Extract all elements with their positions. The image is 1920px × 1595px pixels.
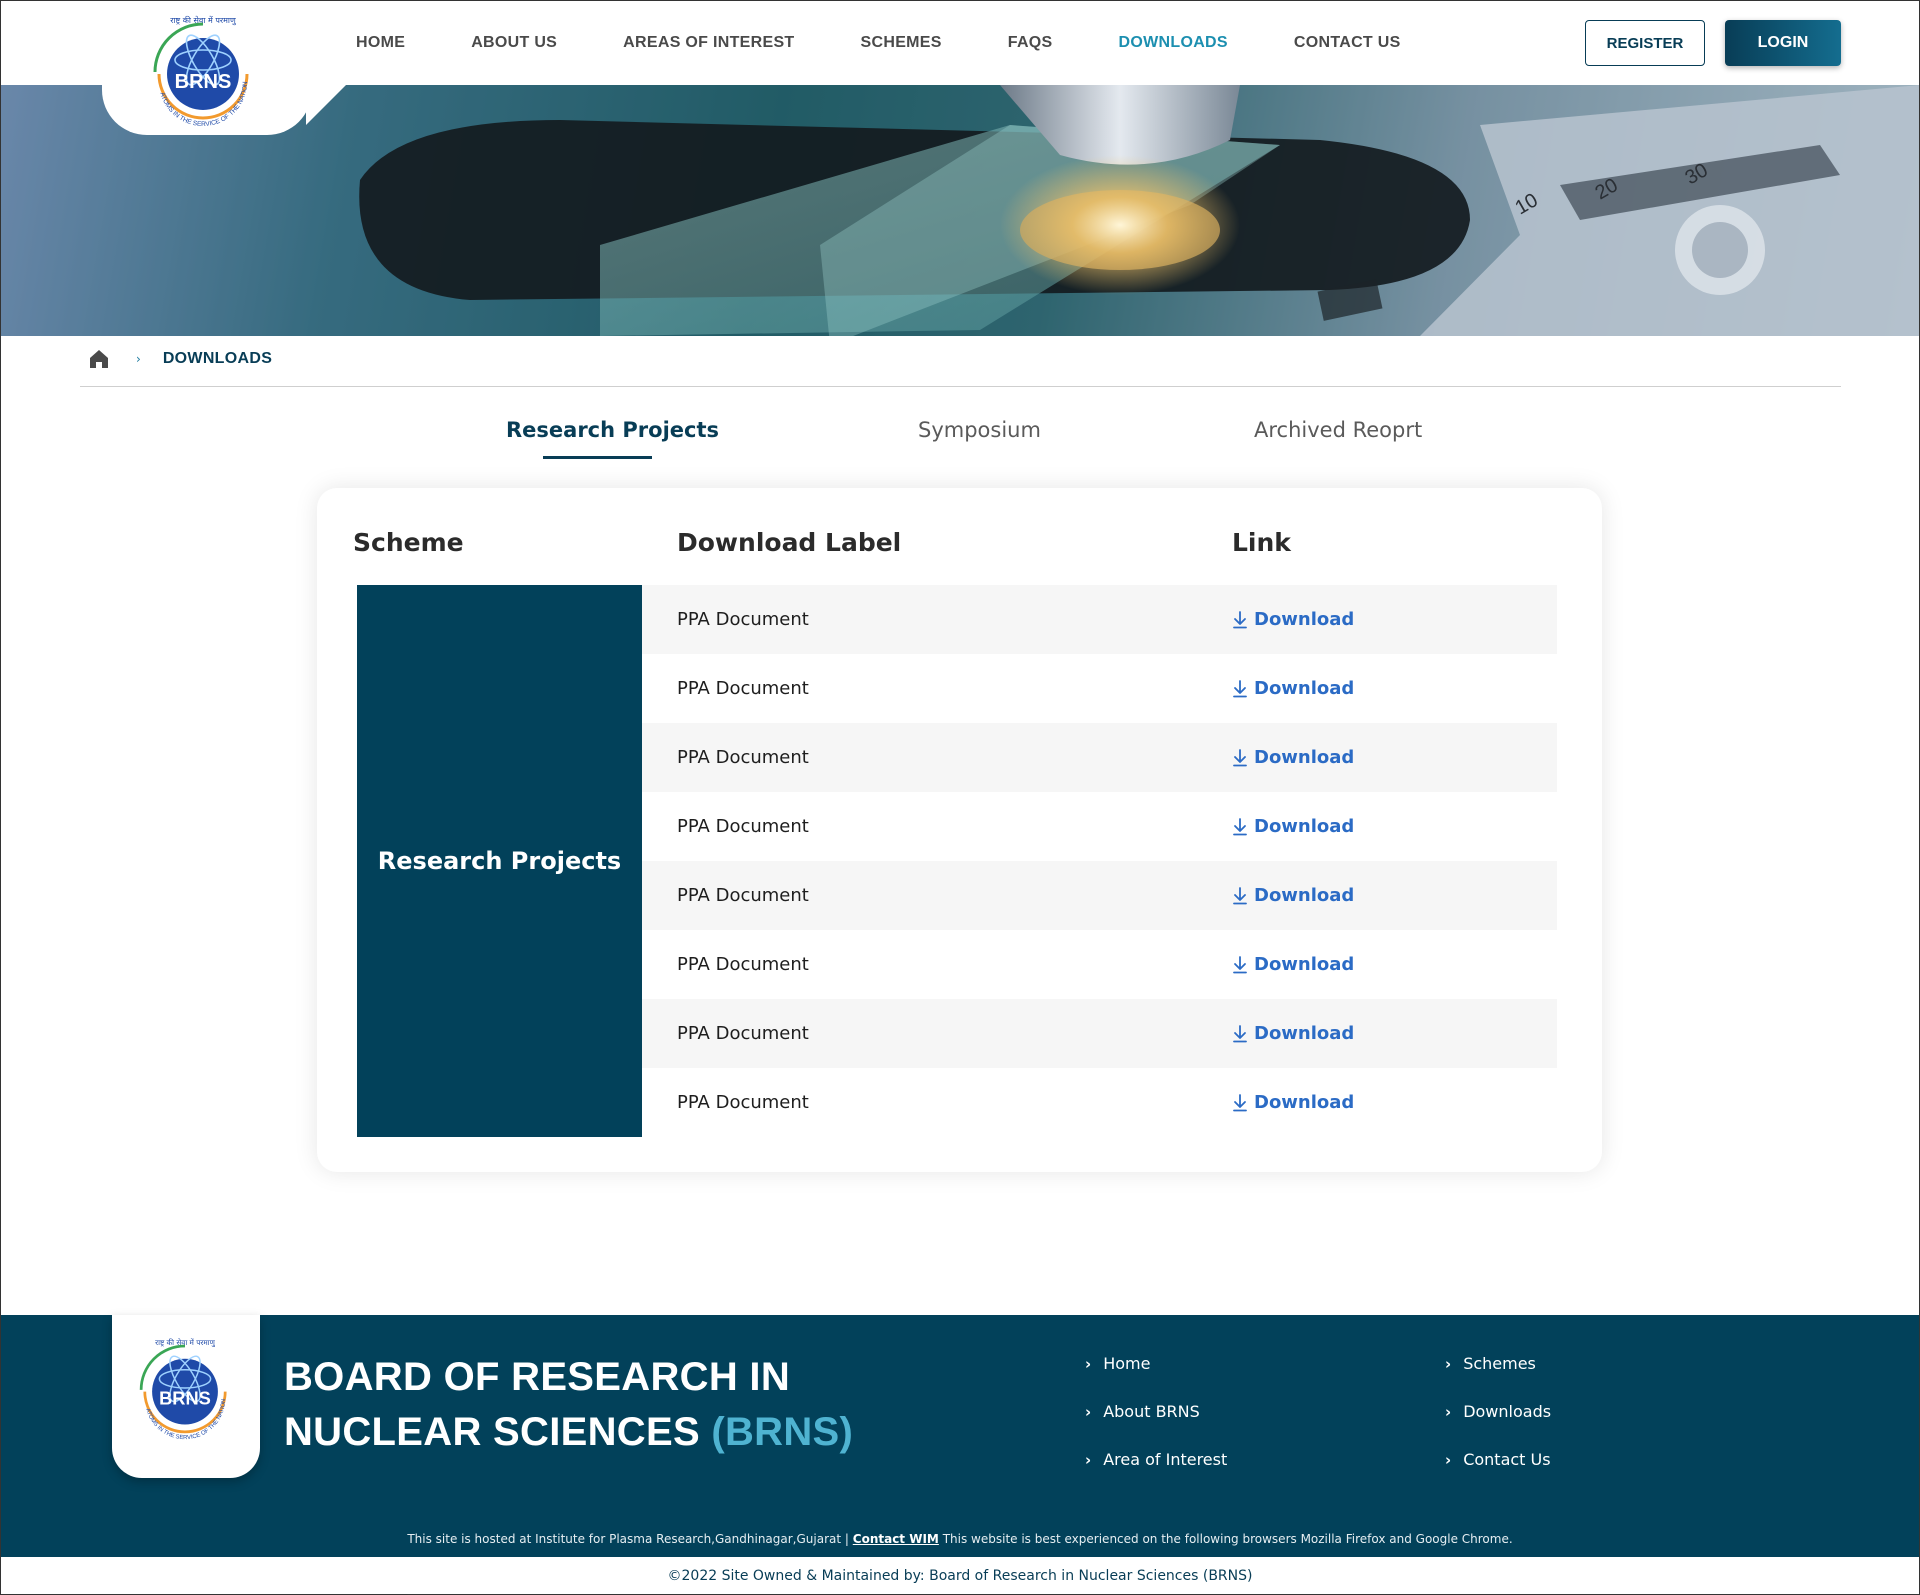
download-icon [1233, 886, 1247, 904]
download-link[interactable]: Download [1232, 747, 1354, 768]
footer-link-downloads[interactable]: › Downloads [1445, 1402, 1551, 1421]
footer-title: BOARD OF RESEARCH IN NUCLEAR SCIENCES (B… [284, 1350, 853, 1460]
download-label: PPA Document [677, 1092, 809, 1113]
login-button[interactable]: LOGIN [1725, 20, 1841, 66]
download-link[interactable]: Download [1232, 678, 1354, 699]
breadcrumb-separator: › [136, 352, 141, 366]
brns-logo[interactable]: BRNS राष्ट्र की सेवा में परमाणु ATOMS IN… [145, 12, 261, 128]
nav-home[interactable]: HOME [356, 34, 405, 52]
logo-hindi-text: राष्ट्र की सेवा में परमाणु [170, 15, 237, 26]
table-row: PPA Document Download [642, 585, 1557, 654]
download-link-label: Download [1254, 1092, 1355, 1113]
table-row: PPA Document Download [642, 930, 1557, 999]
table-row: PPA Document Download [642, 654, 1557, 723]
footer-link-schemes[interactable]: › Schemes [1445, 1354, 1536, 1373]
scheme-cell: Research Projects [357, 585, 642, 1137]
nav-contact-us[interactable]: CONTACT US [1294, 34, 1401, 52]
footer-link-about[interactable]: › About BRNS [1085, 1402, 1200, 1421]
footer-title-line1: BOARD OF RESEARCH IN [284, 1355, 791, 1399]
download-link-label: Download [1254, 1023, 1355, 1044]
copyright-bar: ©2022 Site Owned & Maintained by: Board … [0, 1557, 1920, 1595]
table-row: PPA Document Download [642, 1068, 1557, 1137]
footer-hosting-note: This site is hosted at Institute for Pla… [0, 1532, 1920, 1546]
footer-link-label: About BRNS [1103, 1402, 1200, 1421]
footer-brns-logo[interactable]: BRNS राष्ट्र की सेवा में परमाणु ATOMS IN… [132, 1335, 238, 1441]
footer-link-label: Schemes [1463, 1354, 1536, 1373]
download-icon [1233, 1024, 1247, 1042]
footer-logo-hindi-text: राष्ट्र की सेवा में परमाणु [155, 1338, 216, 1347]
download-label: PPA Document [677, 747, 809, 768]
download-link[interactable]: Download [1232, 1092, 1354, 1113]
download-label: PPA Document [677, 885, 809, 906]
breadcrumb-divider [80, 386, 1841, 387]
active-tab-indicator [543, 456, 652, 459]
footer-link-area-of-interest[interactable]: › Area of Interest [1085, 1450, 1227, 1469]
chevron-right-icon: › [1445, 1402, 1452, 1421]
download-link-label: Download [1254, 609, 1355, 630]
download-label: PPA Document [677, 816, 809, 837]
scheme-name: Research Projects [377, 847, 622, 875]
download-label: PPA Document [677, 609, 809, 630]
footer-title-abbr: (BRNS) [711, 1410, 854, 1454]
footer-link-label: Contact Us [1463, 1450, 1551, 1469]
footer-link-label: Downloads [1463, 1402, 1552, 1421]
downloads-table-body: PPA Document Download PPA Document Download… [642, 585, 1557, 1137]
footer-note-suffix: This website is best experienced on the … [942, 1532, 1513, 1546]
footer-note-prefix: This site is hosted at Institute for Pla… [407, 1532, 849, 1546]
table-row: PPA Document Download [642, 792, 1557, 861]
main-nav: HOME ABOUT US AREAS OF INTEREST SCHEMES … [356, 0, 1467, 85]
breadcrumb: › DOWNLOADS [88, 345, 272, 373]
chevron-right-icon: › [1445, 1450, 1452, 1469]
download-icon [1233, 1093, 1247, 1111]
table-row: PPA Document Download [642, 723, 1557, 792]
footer-link-contact-us[interactable]: › Contact Us [1445, 1450, 1551, 1469]
download-label: PPA Document [677, 678, 809, 699]
nav-areas-of-interest[interactable]: AREAS OF INTEREST [623, 34, 794, 52]
logo-abbr: BRNS [175, 71, 232, 93]
chevron-right-icon: › [1085, 1354, 1092, 1373]
nav-faqs[interactable]: FAQS [1008, 34, 1053, 52]
tab-symposium[interactable]: Symposium [918, 418, 1041, 442]
footer-title-line2: NUCLEAR SCIENCES [284, 1410, 700, 1454]
nav-about-us[interactable]: ABOUT US [471, 34, 557, 52]
download-icon [1233, 610, 1247, 628]
column-header-link: Link [1232, 528, 1291, 557]
copyright-text: ©2022 Site Owned & Maintained by: Board … [667, 1568, 1253, 1584]
download-icon [1233, 955, 1247, 973]
download-icon [1233, 748, 1247, 766]
download-link-label: Download [1254, 747, 1355, 768]
download-link[interactable]: Download [1232, 885, 1354, 906]
download-link-label: Download [1254, 885, 1355, 906]
home-icon[interactable] [88, 348, 110, 370]
table-row: PPA Document Download [642, 861, 1557, 930]
tab-archived-report[interactable]: Archived Reoprt [1254, 418, 1422, 442]
column-header-download-label: Download Label [677, 528, 902, 557]
footer-link-home[interactable]: › Home [1085, 1354, 1150, 1373]
tab-research-projects[interactable]: Research Projects [506, 418, 719, 442]
table-row: PPA Document Download [642, 999, 1557, 1068]
footer-link-label: Home [1103, 1354, 1151, 1373]
contact-wim-link[interactable]: Contact WIM [853, 1532, 939, 1546]
download-icon [1233, 817, 1247, 835]
download-link[interactable]: Download [1232, 1023, 1354, 1044]
chevron-right-icon: › [1085, 1402, 1092, 1421]
chevron-right-icon: › [1445, 1354, 1452, 1373]
register-button[interactable]: REGISTER [1585, 20, 1705, 66]
download-link[interactable]: Download [1232, 609, 1354, 630]
download-link-label: Download [1254, 954, 1355, 975]
download-label: PPA Document [677, 954, 809, 975]
download-link-label: Download [1254, 678, 1355, 699]
download-link[interactable]: Download [1232, 954, 1354, 975]
nav-downloads[interactable]: DOWNLOADS [1119, 34, 1228, 52]
download-icon [1233, 679, 1247, 697]
chevron-right-icon: › [1085, 1450, 1092, 1469]
download-label: PPA Document [677, 1023, 809, 1044]
download-link-label: Download [1254, 816, 1355, 837]
footer-logo-abbr: BRNS [159, 1387, 211, 1408]
breadcrumb-current: DOWNLOADS [162, 350, 273, 367]
download-link[interactable]: Download [1232, 816, 1354, 837]
nav-schemes[interactable]: SCHEMES [861, 34, 942, 52]
column-header-scheme: Scheme [353, 528, 464, 557]
footer-link-label: Area of Interest [1103, 1450, 1228, 1469]
